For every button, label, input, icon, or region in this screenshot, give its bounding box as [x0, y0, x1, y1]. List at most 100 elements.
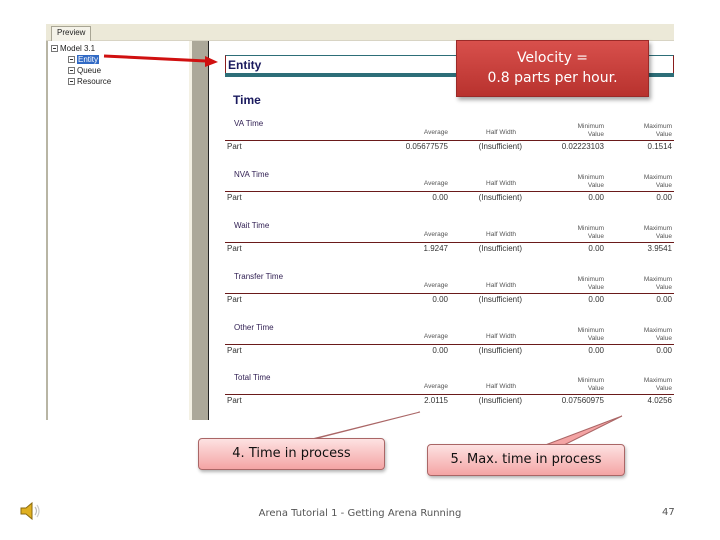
- cell-average: 0.00: [432, 295, 448, 304]
- header-maximum-line2: Value: [655, 182, 672, 189]
- header-rule: [225, 344, 674, 345]
- max-time-in-process-callout: 5. Max. time in process: [427, 444, 625, 476]
- cell-minimum: 0.00: [588, 193, 604, 202]
- velocity-callout: Velocity = 0.8 parts per hour.: [456, 40, 649, 97]
- stat-name: Other Time: [234, 323, 274, 332]
- header-average: Average: [423, 129, 448, 136]
- stat-name: NVA Time: [234, 170, 269, 179]
- tab-bar: Preview: [46, 24, 674, 41]
- tree-node-queue[interactable]: Queue: [68, 66, 101, 75]
- table-row: Part 0.00 (Insufficient) 0.00 0.00: [225, 295, 674, 306]
- cell-minimum: 0.02223103: [561, 142, 604, 151]
- header-maximum-line1: Maximum: [643, 276, 672, 283]
- report-pane: Entity Time VA Time Average Half Width Mini…: [209, 41, 674, 420]
- stat-name: Wait Time: [234, 221, 270, 230]
- header-rule: [225, 293, 674, 294]
- pane-splitter[interactable]: [189, 41, 209, 420]
- header-minimum-line1: Minimum: [577, 327, 604, 334]
- header-minimum-line2: Value: [587, 131, 604, 138]
- header-rule: [225, 191, 674, 192]
- header-minimum-line1: Minimum: [577, 225, 604, 232]
- tree-node-resource[interactable]: Resource: [68, 77, 111, 86]
- header-minimum: Minimum Value: [578, 327, 604, 343]
- cell-half-width: (Insufficient): [478, 244, 522, 253]
- stat-name: Transfer Time: [234, 272, 284, 281]
- header-minimum-line1: Minimum: [577, 276, 604, 283]
- header-rule: [225, 242, 674, 243]
- stat-block: Wait Time Average Half Width Minimum Value Ma…: [225, 221, 674, 261]
- velocity-line2: 0.8 parts per hour.: [487, 70, 618, 86]
- cell-minimum: 0.07560975: [561, 396, 604, 405]
- stat-block: NVA Time Average Half Width Minimum Value Max…: [225, 170, 674, 210]
- cell-half-width: (Insufficient): [478, 295, 522, 304]
- subsection-title: Time: [233, 93, 261, 107]
- cell-average: 0.00: [432, 346, 448, 355]
- header-minimum-line1: Minimum: [577, 377, 604, 384]
- header-maximum: Maximum Value: [644, 174, 672, 190]
- header-minimum: Minimum Value: [578, 276, 604, 292]
- collapse-icon[interactable]: [68, 78, 75, 85]
- header-half-width: Half Width: [486, 231, 516, 238]
- header-minimum: Minimum Value: [578, 174, 604, 190]
- header-maximum-line1: Maximum: [643, 123, 672, 130]
- time-in-process-callout: 4. Time in process: [198, 438, 385, 470]
- stat-name: Total Time: [234, 373, 271, 382]
- table-row: Part 1.9247 (Insufficient) 0.00 3.9541: [225, 244, 674, 255]
- header-maximum-line1: Maximum: [643, 327, 672, 334]
- header-average: Average: [423, 180, 448, 187]
- header-half-width: Half Width: [486, 282, 516, 289]
- header-average: Average: [423, 333, 448, 340]
- header-average: Average: [423, 231, 448, 238]
- cell-maximum: 4.0256: [647, 396, 672, 405]
- header-maximum: Maximum Value: [644, 123, 672, 139]
- header-minimum: Minimum Value: [578, 225, 604, 241]
- header-minimum-line2: Value: [587, 335, 604, 342]
- header-maximum-line2: Value: [655, 284, 672, 291]
- cell-average: 2.0115: [424, 396, 448, 405]
- cell-maximum: 0.00: [656, 193, 672, 202]
- cell-half-width: (Insufficient): [478, 396, 522, 405]
- cell-maximum: 0.00: [656, 295, 672, 304]
- cell-average: 1.9247: [423, 244, 448, 253]
- cell-minimum: 0.00: [588, 346, 604, 355]
- header-maximum-line2: Value: [655, 385, 672, 392]
- row-label: Part: [227, 142, 242, 151]
- header-minimum-line2: Value: [587, 385, 604, 392]
- header-maximum-line1: Maximum: [643, 174, 672, 181]
- collapse-icon[interactable]: [51, 45, 58, 52]
- header-half-width: Half Width: [486, 129, 516, 136]
- velocity-line1: Velocity =: [516, 50, 589, 66]
- header-maximum-line2: Value: [655, 233, 672, 240]
- row-label: Part: [227, 396, 242, 405]
- callout-5-pointer: [539, 415, 623, 448]
- table-row: Part 2.0115 (Insufficient) 0.07560975 4.0256: [225, 396, 674, 407]
- stat-name: VA Time: [234, 119, 264, 128]
- cell-half-width: (Insufficient): [478, 346, 522, 355]
- collapse-icon[interactable]: [68, 67, 75, 74]
- cell-maximum: 0.1514: [647, 142, 672, 151]
- cell-half-width: (Insufficient): [478, 142, 522, 151]
- header-maximum: Maximum Value: [644, 377, 672, 393]
- tree-node-model[interactable]: Model 3.1: [51, 44, 95, 53]
- tree-node-label: Resource: [77, 77, 112, 86]
- header-average: Average: [423, 282, 448, 289]
- header-rule: [225, 140, 674, 141]
- header-minimum-line1: Minimum: [577, 123, 604, 130]
- header-minimum-line2: Value: [587, 233, 604, 240]
- header-half-width: Half Width: [486, 333, 516, 340]
- header-maximum-line1: Maximum: [643, 225, 672, 232]
- header-rule: [225, 394, 674, 395]
- tab-preview[interactable]: Preview: [51, 26, 92, 41]
- cell-minimum: 0.00: [588, 244, 604, 253]
- stat-block: Other Time Average Half Width Minimum Value M…: [225, 323, 674, 363]
- cell-maximum: 3.9541: [647, 244, 672, 253]
- stat-block: Total Time Average Half Width Minimum Value M…: [225, 373, 674, 413]
- tree-node-entity[interactable]: Entity: [68, 55, 100, 64]
- cell-minimum: 0.00: [588, 295, 604, 304]
- row-label: Part: [227, 295, 242, 304]
- cell-average: 0.05677575: [405, 142, 448, 151]
- slide-number: 47: [662, 507, 675, 518]
- collapse-icon[interactable]: [68, 56, 75, 63]
- section-title: Entity: [228, 58, 262, 72]
- header-average: Average: [423, 383, 448, 390]
